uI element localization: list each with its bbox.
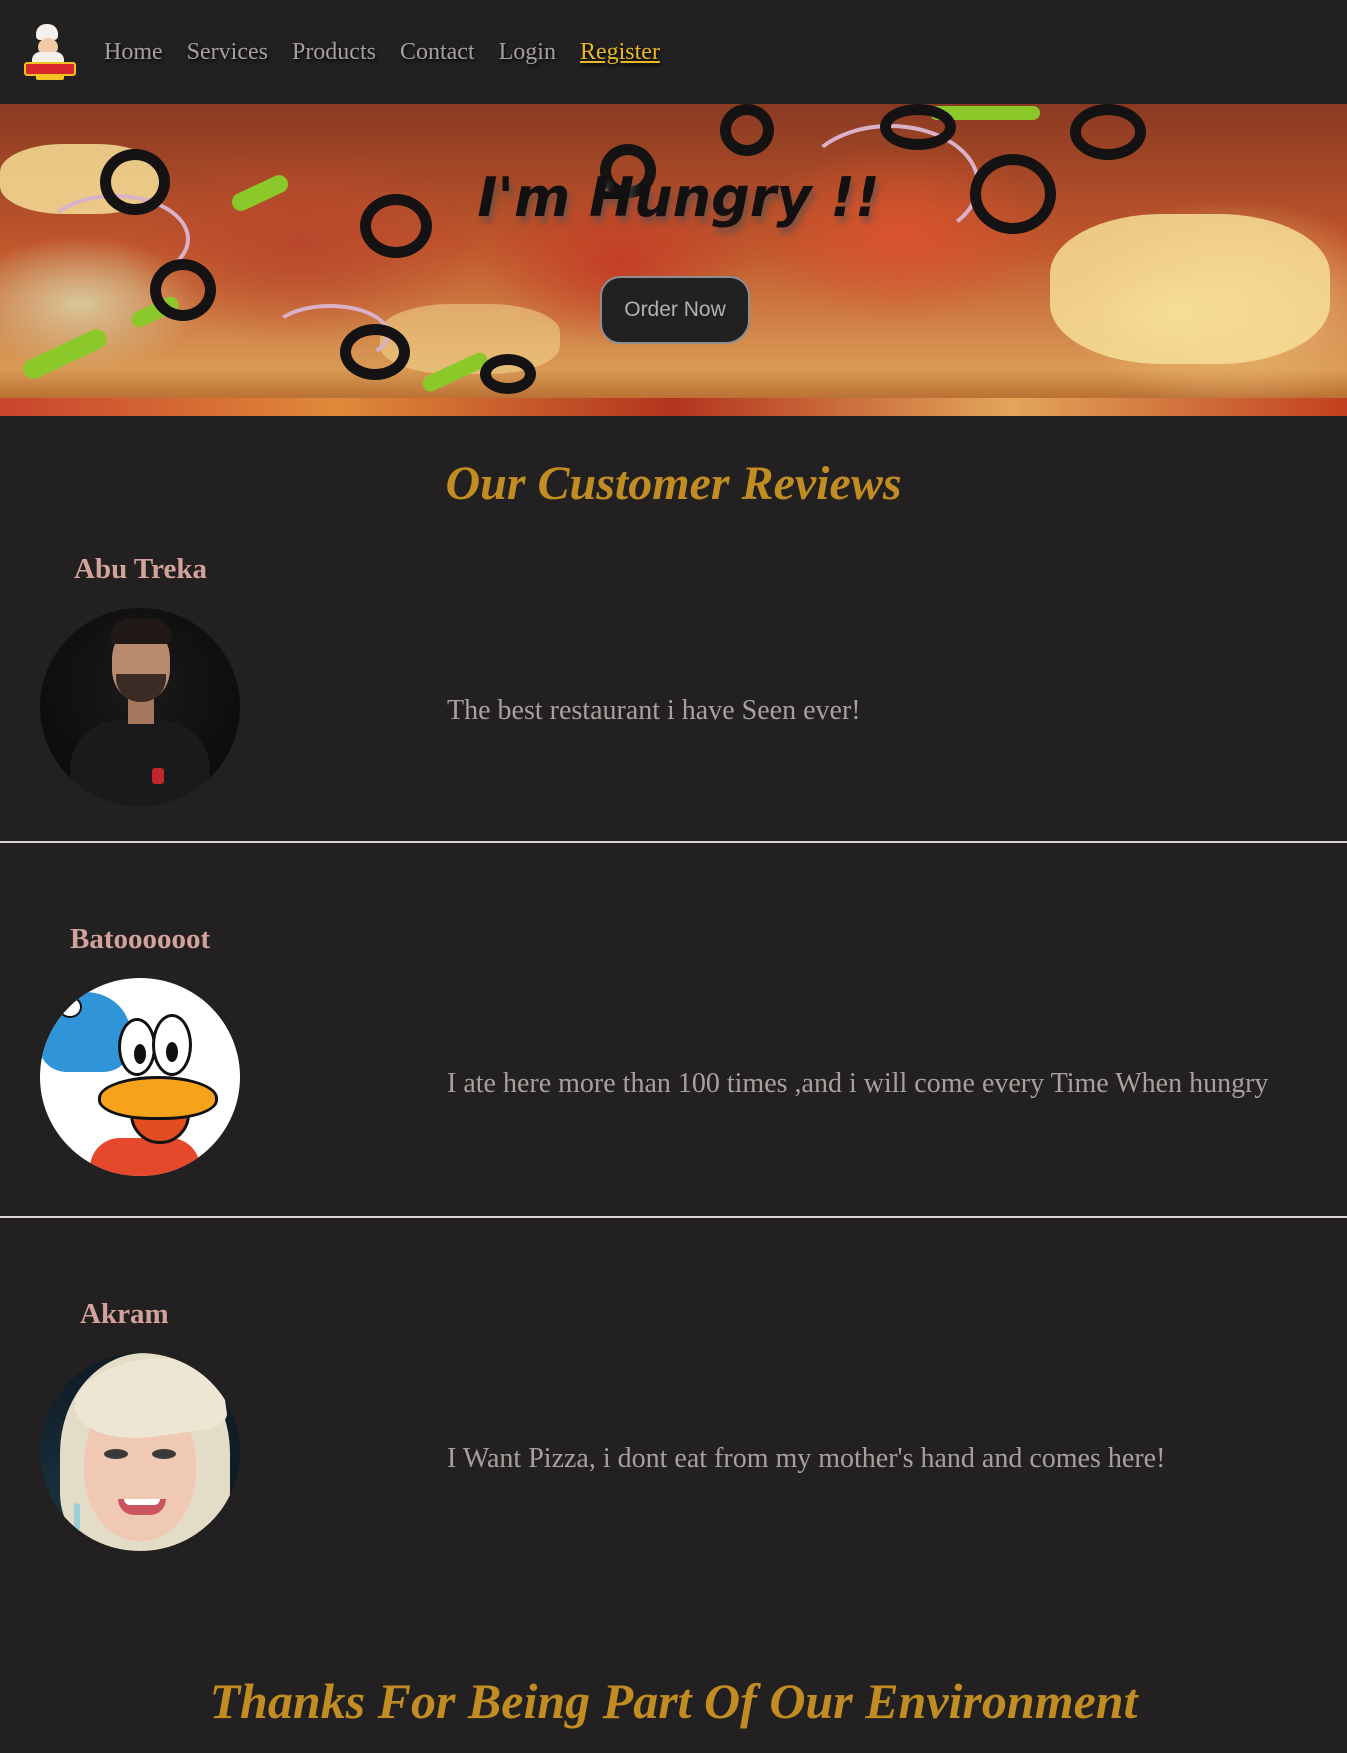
hero-title-container: I'm Hungry !!	[0, 166, 1347, 229]
olive-topping	[150, 259, 216, 321]
nav-link-contact[interactable]: Contact	[400, 39, 475, 66]
olive-topping	[340, 324, 410, 380]
review-text: The best restaurant i have Seen ever!	[447, 695, 861, 726]
olive-topping	[480, 354, 536, 394]
olive-topping	[720, 104, 774, 156]
nav-link-login[interactable]: Login	[499, 39, 556, 66]
nav-link-home[interactable]: Home	[104, 39, 163, 66]
nav-link-register[interactable]: Register	[580, 39, 660, 66]
nav-link-products[interactable]: Products	[292, 39, 376, 66]
olive-topping	[880, 104, 956, 150]
hero-title: I'm Hungry !!	[477, 166, 880, 229]
footer-title: Thanks For Being Part Of Our Environment	[209, 1673, 1138, 1729]
hero-bottom-strip	[0, 398, 1347, 416]
hero-banner: I'm Hungry !! Order Now	[0, 104, 1347, 416]
avatar	[40, 978, 240, 1176]
nav-link-services[interactable]: Services	[187, 39, 268, 66]
olive-topping	[1070, 104, 1146, 160]
review-text: I ate here more than 100 times ,and i wi…	[447, 1068, 1269, 1099]
chef-logo-icon[interactable]	[22, 24, 78, 80]
reviewer-name: Akram	[80, 1298, 169, 1330]
review-divider	[0, 841, 1347, 843]
order-now-button[interactable]: Order Now	[600, 276, 750, 344]
reviewer-name: Batoooooot	[70, 923, 211, 955]
review-text: I Want Pizza, i dont eat from my mother'…	[447, 1443, 1166, 1474]
avatar	[40, 608, 240, 806]
avatar	[40, 1353, 240, 1551]
reviews-title: Our Customer Reviews	[445, 457, 902, 510]
review-divider	[0, 1216, 1347, 1218]
reviewer-name: Abu Treka	[74, 553, 207, 585]
pizza-crust	[1050, 214, 1330, 364]
pepper-topping	[19, 325, 111, 383]
top-nav: Home Services Products Contact Login Reg…	[0, 0, 1347, 104]
